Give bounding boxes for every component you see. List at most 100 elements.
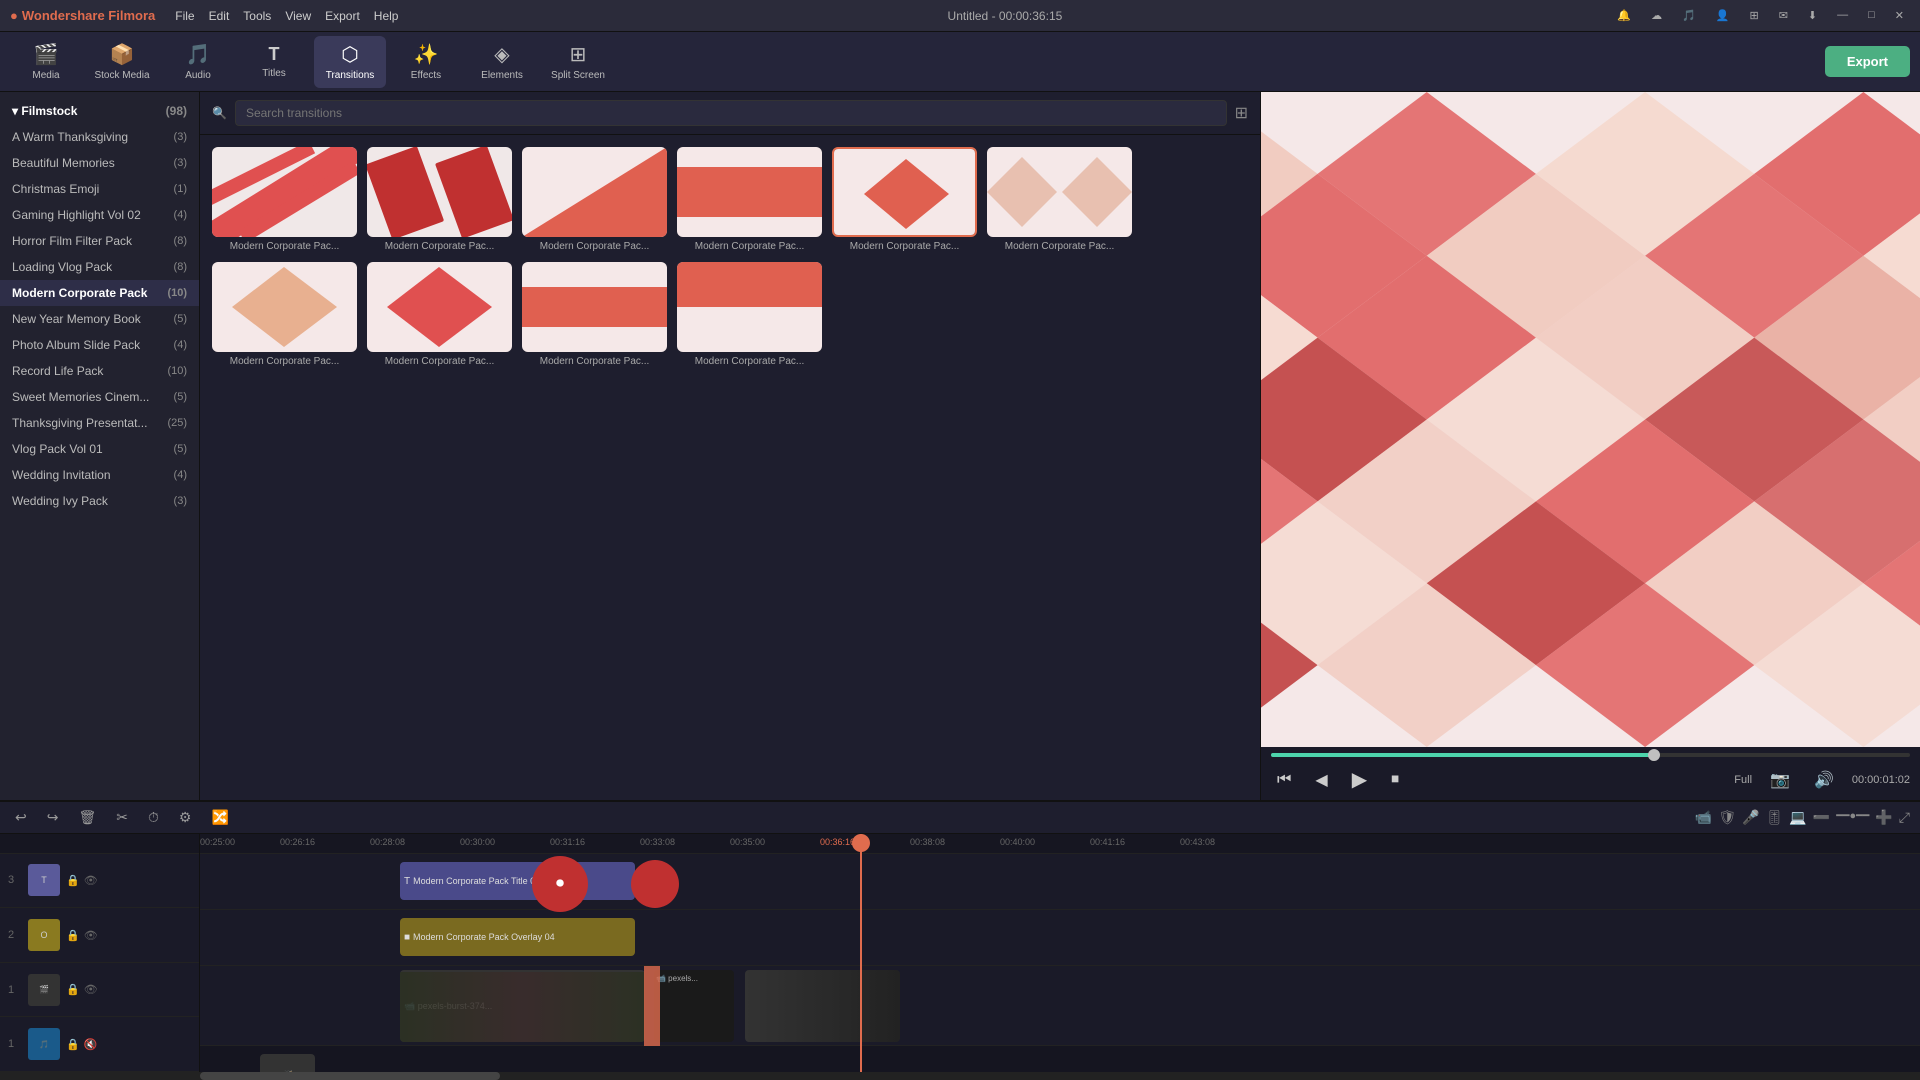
sidebar-item-new-year-memory[interactable]: New Year Memory Book (5) xyxy=(0,306,199,332)
win-restore[interactable]: ✕ xyxy=(1889,7,1910,24)
sidebar-item-thanksgiving[interactable]: Thanksgiving Presentat... (25) xyxy=(0,410,199,436)
eye-icon[interactable]: 👁 xyxy=(84,874,98,887)
tool-transitions[interactable]: ⬡ Transitions xyxy=(314,36,386,88)
undo-button[interactable]: ↩ xyxy=(10,807,32,828)
lock-icon[interactable]: 🔒 xyxy=(66,874,80,887)
shield-icon[interactable]: 🛡 xyxy=(1718,809,1736,826)
sidebar-item-sweet-memories[interactable]: Sweet Memories Cinem... (5) xyxy=(0,384,199,410)
sidebar-item-vlog-pack[interactable]: Vlog Pack Vol 01 (5) xyxy=(0,436,199,462)
grid-toggle-button[interactable]: ⊞ xyxy=(1235,103,1248,123)
win-minimize[interactable]: □ xyxy=(1862,7,1881,24)
transition-preview-svg xyxy=(212,147,357,237)
tracks-area[interactable]: 00:25:00 00:26:16 00:28:08 00:30:00 00:3… xyxy=(200,834,1920,1072)
transition-item[interactable]: Modern Corporate Pac... xyxy=(522,262,667,367)
menu-help[interactable]: Help xyxy=(374,9,399,23)
settings-button[interactable]: 🔊 xyxy=(1808,768,1840,792)
menu-export[interactable]: Export xyxy=(325,9,360,23)
tool-titles[interactable]: T Titles xyxy=(238,36,310,88)
progress-handle[interactable] xyxy=(1648,749,1660,761)
audio-detach-button[interactable]: 🔀 xyxy=(206,807,233,828)
zoom-slider[interactable]: ━━●━━ xyxy=(1836,809,1869,826)
minimize-button[interactable]: 🔔 xyxy=(1611,7,1637,24)
fit-icon[interactable]: ⤢ xyxy=(1899,809,1910,826)
transition-item[interactable]: Modern Corporate Pac... xyxy=(367,262,512,367)
sidebar-item-beautiful-memories[interactable]: Beautiful Memories (3) xyxy=(0,150,199,176)
screenshot-button[interactable]: 📷 xyxy=(1764,768,1796,792)
lock-icon[interactable]: 🔒 xyxy=(66,929,80,942)
clip-video-2[interactable]: 📹 pexels... xyxy=(654,970,734,1042)
lock-icon[interactable]: 🔒 xyxy=(66,1038,80,1051)
timeline-scrollbar[interactable] xyxy=(0,1072,1920,1080)
cloud-icon[interactable]: 🎵 xyxy=(1676,7,1702,24)
eye-icon[interactable]: 👁 xyxy=(84,929,98,942)
user-icon[interactable]: ⊞ xyxy=(1743,7,1764,24)
notify-icon[interactable]: ☁ xyxy=(1645,7,1668,24)
sidebar-item-modern-corporate[interactable]: Modern Corporate Pack (10) xyxy=(0,280,199,306)
transition-item[interactable]: Modern Corporate Pac... xyxy=(212,147,357,252)
clip-video-1[interactable]: 📹 pexels-burst-374... xyxy=(400,970,645,1042)
delete-button[interactable]: 🗑 xyxy=(73,807,101,828)
step-back-button[interactable]: ⏮ xyxy=(1271,769,1297,791)
transition-item[interactable]: Modern Corporate Pac... xyxy=(677,147,822,252)
tool-audio[interactable]: 🎵 Audio xyxy=(162,36,234,88)
tool-elements[interactable]: ◈ Elements xyxy=(466,36,538,88)
tool-media[interactable]: 🎬 Media xyxy=(10,36,82,88)
download-icon[interactable]: — xyxy=(1831,7,1854,24)
sidebar-item-wedding-invitation[interactable]: Wedding Invitation (4) xyxy=(0,462,199,488)
menu-tools[interactable]: Tools xyxy=(243,9,271,23)
transition-label: Modern Corporate Pac... xyxy=(832,241,977,252)
tool-effects[interactable]: ✨ Effects xyxy=(390,36,462,88)
timeline-ruler: 00:25:00 00:26:16 00:28:08 00:30:00 00:3… xyxy=(200,834,1920,854)
export-button[interactable]: Export xyxy=(1825,46,1910,77)
eye-icon[interactable]: 👁 xyxy=(84,983,98,996)
sidebar-item-record-life[interactable]: Record Life Pack (10) xyxy=(0,358,199,384)
mic-icon[interactable]: 🎤 xyxy=(1742,809,1759,826)
clip-overlay-04[interactable]: ■ Modern Corporate Pack Overlay 04 xyxy=(400,918,635,956)
sidebar-item-christmas-emoji[interactable]: Christmas Emoji (1) xyxy=(0,176,199,202)
camera-icon[interactable]: 📹 xyxy=(1695,809,1712,826)
redo-button[interactable]: ↪ xyxy=(42,807,64,828)
sidebar-item-warm-thanksgiving[interactable]: A Warm Thanksgiving (3) xyxy=(0,124,199,150)
menu-file[interactable]: File xyxy=(175,9,194,23)
transition-item[interactable]: Modern Corporate Pac... xyxy=(522,147,667,252)
sidebar-item-wedding-ivy[interactable]: Wedding Ivy Pack (3) xyxy=(0,488,199,514)
minus-icon[interactable]: ➖ xyxy=(1813,809,1830,826)
ruler-spacer xyxy=(0,834,199,854)
progress-bar[interactable] xyxy=(1271,753,1910,757)
sidebar-item-horror-film[interactable]: Horror Film Filter Pack (8) xyxy=(0,228,199,254)
speed-button[interactable]: ⏱ xyxy=(143,807,164,828)
plus-icon[interactable]: ➕ xyxy=(1875,809,1892,826)
transition-item[interactable]: Modern Corporate Pac... xyxy=(832,147,977,252)
screen-record-icon[interactable]: 💻 xyxy=(1789,809,1806,826)
cut-button[interactable]: ✂ xyxy=(111,807,133,828)
menu-edit[interactable]: Edit xyxy=(209,9,230,23)
stop-button[interactable]: ⏹ xyxy=(1385,769,1405,791)
tool-split-screen[interactable]: ⊞ Split Screen xyxy=(542,36,614,88)
mute-icon[interactable]: 🔇 xyxy=(84,1038,98,1051)
timeline-right-icons: 📹 🛡 🎤 🎚 💻 ➖ ━━●━━ ➕ ⤢ xyxy=(1695,809,1910,826)
transition-item[interactable]: Modern Corporate Pac... xyxy=(212,262,357,367)
transition-item[interactable]: Modern Corporate Pac... xyxy=(367,147,512,252)
grid-icon[interactable]: ✉ xyxy=(1773,7,1794,24)
play-reverse-button[interactable]: ◀ xyxy=(1309,768,1333,792)
adjust-button[interactable]: ⚙ xyxy=(174,807,197,828)
sidebar-item-photo-album[interactable]: Photo Album Slide Pack (4) xyxy=(0,332,199,358)
scroll-thumb[interactable] xyxy=(200,1072,500,1080)
search-input[interactable] xyxy=(235,100,1227,126)
menu-view[interactable]: View xyxy=(285,9,311,23)
tool-stock-media[interactable]: 📦 Stock Media xyxy=(86,36,158,88)
sidebar-item-gaming-highlight[interactable]: Gaming Highlight Vol 02 (4) xyxy=(0,202,199,228)
sidebar-count: (1) xyxy=(174,183,187,195)
mail-icon[interactable]: ⬇ xyxy=(1802,7,1823,24)
music-icon[interactable]: 👤 xyxy=(1710,7,1736,24)
clip-video-3[interactable] xyxy=(745,970,900,1042)
clip-audio-mini[interactable]: 🦋 xyxy=(260,1054,315,1072)
sidebar-header[interactable]: ▾ Filmstock (98) xyxy=(0,98,199,124)
lock-icon[interactable]: 🔒 xyxy=(66,983,80,996)
mix-icon[interactable]: 🎚 xyxy=(1766,809,1784,826)
track-number: 1 xyxy=(8,1038,22,1050)
transition-item[interactable]: Modern Corporate Pac... xyxy=(677,262,822,367)
sidebar-item-loading-vlog[interactable]: Loading Vlog Pack (8) xyxy=(0,254,199,280)
play-button[interactable]: ▶ xyxy=(1346,765,1373,794)
transition-item[interactable]: Modern Corporate Pac... xyxy=(987,147,1132,252)
